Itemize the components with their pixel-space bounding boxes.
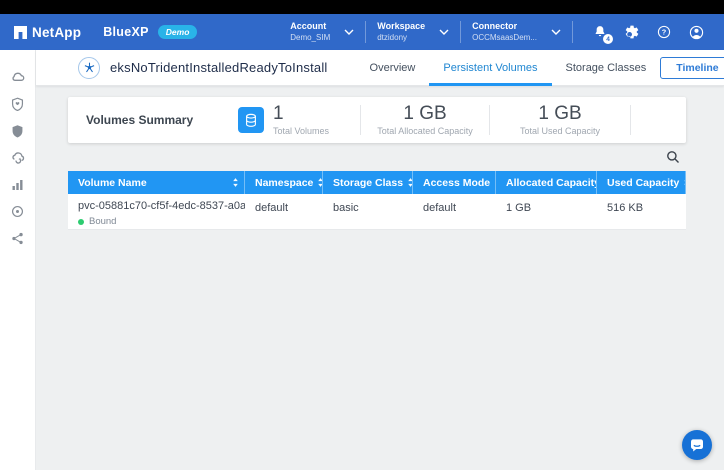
sidebar-item-analysis[interactable] <box>6 171 30 198</box>
svg-text:?: ? <box>662 28 667 37</box>
chevron-down-icon <box>439 29 449 35</box>
column-header-access-mode[interactable]: Access Mode <box>413 171 496 194</box>
analysis-bar-chart-icon <box>11 178 24 191</box>
toolbar-actions: Timeline <box>660 55 724 81</box>
tab-persistent-volumes[interactable]: Persistent Volumes <box>429 50 551 85</box>
sidebar-item-extend[interactable] <box>6 225 30 252</box>
total-used-label: Total Used Capacity <box>520 126 600 136</box>
column-header-storage-class[interactable]: Storage Class <box>323 171 413 194</box>
cluster-tabs: Overview Persistent Volumes Storage Clas… <box>356 50 661 85</box>
header-divider <box>365 21 366 43</box>
cell-storage-class: basic <box>323 194 413 229</box>
storage-cloud-icon <box>11 70 25 84</box>
total-allocated-label: Total Allocated Capacity <box>377 126 473 136</box>
connector-dropdown[interactable]: Connector OCCMsaasDem... <box>472 21 561 42</box>
search-button[interactable] <box>662 146 684 168</box>
column-header-used-capacity[interactable]: Used Capacity <box>597 171 686 194</box>
total-used-value: 1 GB <box>538 104 581 124</box>
health-shield-heart-icon <box>11 97 24 111</box>
workspace-value: dtzidony <box>377 33 425 43</box>
account-value: Demo_SIM <box>290 33 330 43</box>
stat-total-allocated: 1 GB Total Allocated Capacity <box>361 104 489 136</box>
table-tools <box>68 143 686 171</box>
sidebar-item-storage[interactable] <box>6 63 30 90</box>
cluster-toolbar: eksNoTridentInstalledReadyToInstall Over… <box>36 50 724 86</box>
volume-name: pvc-05881c70-cf5f-4edc-8537-a0a5ce36f9a1 <box>78 200 240 212</box>
sidebar-item-health[interactable] <box>6 90 30 117</box>
kubernetes-cluster-icon <box>78 57 100 79</box>
header-controls: Account Demo_SIM Workspace dtzidony <box>290 19 712 45</box>
product-name: BlueXP <box>103 25 149 39</box>
sidebar-item-control[interactable] <box>6 198 30 225</box>
column-header-volume-name[interactable]: Volume Name <box>68 171 245 194</box>
workspace-dropdown[interactable]: Workspace dtzidony <box>377 21 449 42</box>
volume-status: Bound <box>78 216 240 227</box>
user-account-icon <box>688 24 705 41</box>
account-dropdown[interactable]: Account Demo_SIM <box>290 21 354 42</box>
tab-overview[interactable]: Overview <box>356 50 430 85</box>
cell-namespace: default <box>245 194 323 229</box>
demo-badge: Demo <box>158 25 198 39</box>
sidebar-item-mobility[interactable] <box>6 144 30 171</box>
protection-shield-icon <box>11 124 24 138</box>
tab-storage-classes[interactable]: Storage Classes <box>552 50 661 85</box>
header-divider <box>572 21 573 43</box>
table-header: Volume Name Namespace Storage Class <box>68 171 686 194</box>
sort-icon[interactable] <box>232 177 239 188</box>
extend-share-icon <box>11 232 24 245</box>
cell-used-capacity: 516 KB <box>597 194 686 229</box>
column-header-allocated-capacity[interactable]: Allocated Capacity <box>496 171 597 194</box>
timeline-button[interactable]: Timeline <box>660 57 724 79</box>
volumes-summary-card: Volumes Summary 1 Total Volumes 1 GB <box>68 97 686 143</box>
cell-access-mode: default <box>413 194 496 229</box>
summary-divider <box>630 105 631 135</box>
category-sidebar <box>0 50 36 470</box>
chat-support-button[interactable] <box>682 430 712 460</box>
summary-title: Volumes Summary <box>86 113 222 127</box>
status-dot-icon <box>78 219 84 225</box>
notification-count-badge: 4 <box>603 34 613 44</box>
table-row[interactable]: pvc-05881c70-cf5f-4edc-8537-a0a5ce36f9a1… <box>68 194 686 230</box>
account-label: Account <box>290 21 330 32</box>
chevron-down-icon <box>344 29 354 35</box>
cluster-name: eksNoTridentInstalledReadyToInstall <box>110 60 328 75</box>
control-gauge-icon <box>11 205 24 218</box>
netapp-logo-icon <box>14 26 27 39</box>
settings-button[interactable] <box>619 19 645 45</box>
chevron-down-icon <box>551 29 561 35</box>
connector-value: OCCMsaasDem... <box>472 33 537 43</box>
user-menu-button[interactable] <box>683 19 709 45</box>
cell-allocated-capacity: 1 GB <box>496 194 597 229</box>
stat-total-used: 1 GB Total Used Capacity <box>490 104 630 136</box>
stat-total-volumes: 1 Total Volumes <box>238 104 360 136</box>
help-button[interactable]: ? <box>651 19 677 45</box>
header-divider <box>460 21 461 43</box>
persistent-volumes-content: Volumes Summary 1 Total Volumes 1 GB <box>36 86 724 470</box>
total-volumes-value: 1 <box>273 104 329 124</box>
total-allocated-value: 1 GB <box>403 104 446 124</box>
settings-gear-icon <box>624 24 640 40</box>
mobility-cloud-sync-icon <box>11 151 25 165</box>
volumes-database-icon <box>238 107 264 133</box>
help-icon: ? <box>656 24 672 40</box>
browser-chrome-bar <box>0 0 724 14</box>
connector-label: Connector <box>472 21 537 32</box>
notifications-button[interactable]: 4 <box>587 19 613 45</box>
company-name: NetApp <box>32 25 81 40</box>
workspace-label: Workspace <box>377 21 425 32</box>
column-header-namespace[interactable]: Namespace <box>245 171 323 194</box>
bluexp-app: NetApp BlueXP Demo Account Demo_SIM Work… <box>0 0 724 470</box>
brand: NetApp BlueXP Demo <box>14 25 197 40</box>
total-volumes-label: Total Volumes <box>273 126 329 136</box>
sidebar-item-protection[interactable] <box>6 117 30 144</box>
chat-bubble-icon <box>689 437 705 453</box>
app-header: NetApp BlueXP Demo Account Demo_SIM Work… <box>0 14 724 50</box>
status-badge: Bound <box>89 216 116 227</box>
cell-volume-name: pvc-05881c70-cf5f-4edc-8537-a0a5ce36f9a1… <box>68 194 245 229</box>
volumes-table: Volume Name Namespace Storage Class <box>68 171 686 230</box>
sort-icon[interactable] <box>683 177 686 188</box>
